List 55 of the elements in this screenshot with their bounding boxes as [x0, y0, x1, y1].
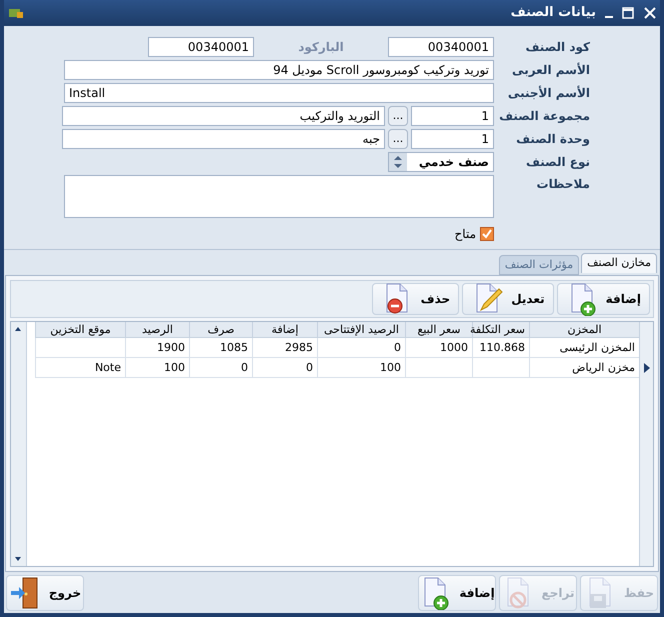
table-cell: 100 — [125, 358, 189, 377]
barcode-field[interactable]: 00340001 — [148, 36, 254, 56]
table-cell: 1900 — [125, 338, 189, 357]
column-header[interactable]: الرصيد الإفتتاحى — [317, 322, 405, 337]
tab[interactable]: مخازن الصنف — [581, 253, 657, 273]
column-header[interactable]: الرصيد — [125, 322, 189, 337]
table-cell: مخزن الرياض — [529, 358, 639, 377]
table-cell: 0 — [252, 358, 317, 377]
toolbar-button[interactable]: حذف — [372, 283, 460, 315]
text-field[interactable]: توريد وتركيب كومبروسور Scroll موديل 94 — [64, 60, 494, 80]
field-label: نوع الصنف — [524, 154, 590, 171]
toolbar-button[interactable]: إضافة — [556, 283, 650, 315]
table-cell: 2985 — [252, 338, 317, 357]
field-label: الأسم العربى — [511, 62, 590, 78]
code-field[interactable]: 00340001 — [388, 36, 494, 56]
maximize-icon[interactable] — [622, 7, 634, 19]
scrollbar[interactable] — [11, 322, 27, 566]
close-icon[interactable] — [642, 7, 656, 19]
code-field[interactable]: 1 — [411, 128, 494, 148]
checkmark-icon — [482, 229, 492, 239]
table-cell: المخزن الرئيسى — [529, 338, 639, 357]
field-label: الأسم الأجنبى — [506, 84, 590, 102]
toolbar-button[interactable]: تعديل — [462, 283, 554, 315]
table-cell: 0 — [189, 358, 252, 377]
barcode-label: الباركود — [298, 38, 344, 56]
footer-button[interactable]: خروج — [6, 574, 84, 610]
field-label: كود الصنف — [524, 38, 590, 56]
browse-button[interactable]: ... — [388, 128, 408, 148]
column-header[interactable]: المخزن — [529, 322, 639, 337]
app-icon — [8, 6, 24, 20]
field-label: مجموعة الصنف — [498, 108, 590, 124]
text-field[interactable]: Install — [64, 82, 494, 102]
table-cell: Note — [35, 358, 125, 377]
table-cell: 0 — [317, 338, 405, 357]
field-label: وحدة الصنف — [515, 130, 590, 148]
available-checkbox[interactable]: متاح — [454, 225, 494, 243]
footer-button[interactable]: إضافة — [418, 574, 496, 610]
table-cell: 100 — [317, 358, 405, 377]
column-header[interactable]: سعر البيع — [405, 322, 472, 337]
code-field[interactable]: 1 — [411, 106, 494, 126]
name-field[interactable]: التوريد والتركيب — [62, 106, 385, 126]
type-dropdown[interactable]: صنف خدمي — [388, 152, 494, 172]
name-field[interactable]: جبه — [62, 128, 385, 148]
table-cell: 1000 — [405, 338, 472, 357]
notes-field[interactable] — [64, 175, 494, 218]
spinner-icon — [389, 153, 407, 171]
field-label: ملاحظات — [536, 176, 590, 193]
window-title: بيانات الصنف — [510, 4, 596, 22]
table-cell: 1085 — [189, 338, 252, 357]
table-cell: 110.868 — [472, 338, 529, 357]
column-header[interactable]: إضافة — [252, 322, 317, 337]
column-header[interactable]: صرف — [189, 322, 252, 337]
column-header[interactable]: موقع التخزين — [35, 322, 125, 337]
column-header[interactable]: سعر التكلفة — [472, 322, 529, 337]
browse-button[interactable]: ... — [388, 106, 408, 126]
